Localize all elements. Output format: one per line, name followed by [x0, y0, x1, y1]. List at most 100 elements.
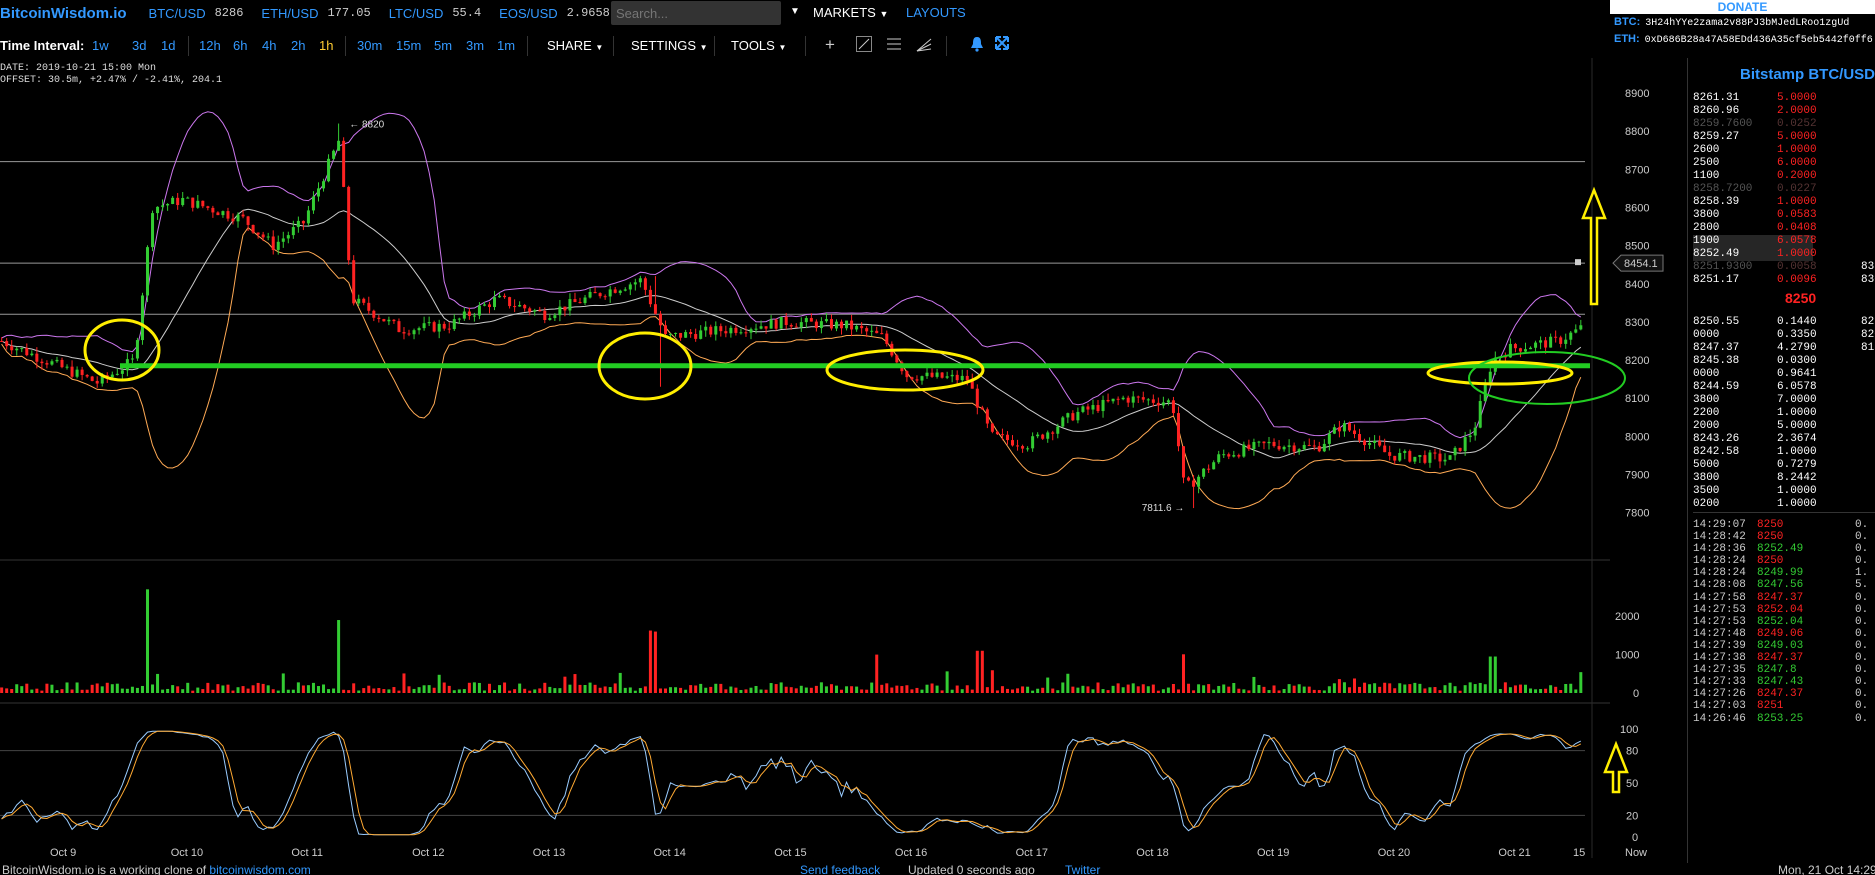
- candle-body: [1222, 454, 1226, 456]
- volume-bar: [171, 685, 175, 693]
- crosshair-icon[interactable]: +: [825, 35, 835, 55]
- volume-bar: [1272, 685, 1276, 693]
- volume-bar: [1292, 685, 1296, 693]
- interval-3d[interactable]: 3d: [132, 38, 146, 53]
- candle-body: [286, 235, 290, 239]
- price-chart[interactable]: 8900880087008600850084008300820081008000…: [0, 58, 1690, 858]
- candle-body: [281, 238, 285, 242]
- x-tick-label: Oct 11: [291, 847, 323, 858]
- bell-icon[interactable]: [970, 36, 984, 55]
- fullscreen-icon[interactable]: [995, 36, 1009, 53]
- donate-title[interactable]: DONATE: [1610, 0, 1875, 14]
- candle-body: [1393, 455, 1397, 461]
- ticker-ltc[interactable]: LTC/USD 55.4: [389, 6, 481, 21]
- volume-bar: [1574, 689, 1578, 693]
- volume-bar: [186, 682, 190, 693]
- volume-bar: [95, 683, 99, 693]
- order-amount: 0.0408: [1777, 222, 1817, 234]
- candle-body: [824, 319, 828, 322]
- trade-amount: 0.: [1855, 543, 1869, 556]
- x-tick-label: Oct 20: [1378, 847, 1410, 858]
- volume-bar: [1036, 688, 1040, 693]
- candle-body: [965, 375, 969, 381]
- trade-row: 14:27:38 8247.37 0.: [1693, 652, 1875, 664]
- interval-1w[interactable]: 1w: [92, 38, 109, 53]
- interval-2h[interactable]: 2h: [291, 38, 305, 53]
- markets-menu[interactable]: MARKETS ▼: [813, 5, 888, 20]
- candle-body: [1473, 427, 1477, 436]
- trade-row: 14:27:03 8251 0.: [1693, 700, 1875, 712]
- interval-12h[interactable]: 12h: [199, 38, 221, 53]
- candle-body: [1408, 451, 1412, 462]
- volume-bar: [1091, 689, 1095, 693]
- layouts-link[interactable]: LAYOUTS: [906, 5, 966, 20]
- volume-bar: [1302, 686, 1306, 693]
- candle-body: [643, 278, 647, 290]
- candle-body: [1488, 371, 1492, 384]
- orderbook-title[interactable]: Bitstamp BTC/USD: [1740, 66, 1875, 83]
- candle-body: [145, 247, 149, 296]
- candle-body: [1262, 441, 1266, 444]
- volume-bar: [161, 689, 165, 693]
- candle-body: [1518, 348, 1522, 352]
- donate-btc-address[interactable]: 3H24hYYe2zama2v88PJ3bMJedLRoo1zgUd: [1645, 18, 1849, 29]
- volume-bar: [1151, 684, 1155, 693]
- interval-3m[interactable]: 3m: [466, 38, 484, 53]
- fan-lines-icon[interactable]: [916, 36, 932, 55]
- candle-body: [311, 196, 315, 211]
- search-dropdown-icon[interactable]: ▼: [790, 6, 800, 17]
- settings-menu[interactable]: SETTINGS ▼: [631, 38, 708, 53]
- candle-body: [1569, 332, 1573, 340]
- send-feedback-link[interactable]: Send feedback: [800, 863, 880, 875]
- interval-6h[interactable]: 6h: [233, 38, 247, 53]
- ticker-eth[interactable]: ETH/USD 177.05: [261, 6, 370, 21]
- interval-4h[interactable]: 4h: [262, 38, 276, 53]
- search-input[interactable]: [611, 1, 781, 25]
- candle-body: [1529, 347, 1533, 350]
- order-amount: 1.0000: [1777, 407, 1817, 419]
- high-annotation: ← 8820: [349, 120, 384, 131]
- volume-bar: [1393, 688, 1397, 693]
- footer-clone-link[interactable]: bitcoinwisdom.com: [209, 863, 310, 875]
- volume-bar: [1433, 687, 1437, 693]
- volume-bar: [1529, 688, 1533, 693]
- twitter-link[interactable]: Twitter: [1065, 863, 1100, 875]
- horizontal-lines-icon[interactable]: [886, 36, 902, 55]
- volume-bar: [75, 682, 79, 693]
- volume-bar: [603, 686, 607, 693]
- candle-body: [1388, 452, 1392, 456]
- x-tick-label: Oct 14: [654, 847, 686, 858]
- x-tick-label: 15: [1573, 847, 1585, 858]
- trade-price: 8252.04: [1757, 615, 1804, 628]
- ticker-btc[interactable]: BTC/USD 8286: [149, 6, 244, 21]
- candle-body: [1061, 417, 1065, 427]
- ticker-eos[interactable]: EOS/USD 2.9658: [499, 6, 610, 21]
- interval-5m[interactable]: 5m: [434, 38, 452, 53]
- candle-body: [493, 297, 497, 308]
- candle-body: [231, 218, 235, 222]
- volume-bar: [658, 688, 662, 693]
- tools-menu[interactable]: TOOLS ▼: [731, 38, 786, 53]
- share-menu[interactable]: SHARE ▼: [547, 38, 603, 53]
- volume-bar: [749, 687, 753, 693]
- trade-time: 14:28:24: [1693, 567, 1746, 580]
- candle-body: [664, 325, 667, 334]
- interval-15m[interactable]: 15m: [396, 38, 421, 53]
- volume-bar: [1096, 682, 1100, 693]
- volume-bar: [1136, 686, 1140, 693]
- markets-label: MARKETS: [813, 5, 876, 20]
- candle-body: [608, 289, 612, 297]
- interval-30m[interactable]: 30m: [357, 38, 382, 53]
- interval-1m[interactable]: 1m: [497, 38, 515, 53]
- donate-eth-address[interactable]: 0xD686B28a47A58EDd436A35cf5eb5442f0ff6: [1645, 35, 1873, 46]
- candle-body: [1574, 329, 1578, 333]
- draw-line-icon[interactable]: [856, 36, 872, 55]
- volume-bar: [608, 687, 612, 693]
- interval-1d[interactable]: 1d: [161, 38, 175, 53]
- interval-1h[interactable]: 1h: [319, 38, 333, 53]
- volume-bar: [1222, 684, 1226, 693]
- brand-logo[interactable]: BitcoinWisdom.io: [0, 5, 127, 22]
- chevron-down-icon: ▼: [699, 43, 708, 52]
- candle-body: [1146, 399, 1150, 401]
- x-tick-label: Oct 21: [1498, 847, 1530, 858]
